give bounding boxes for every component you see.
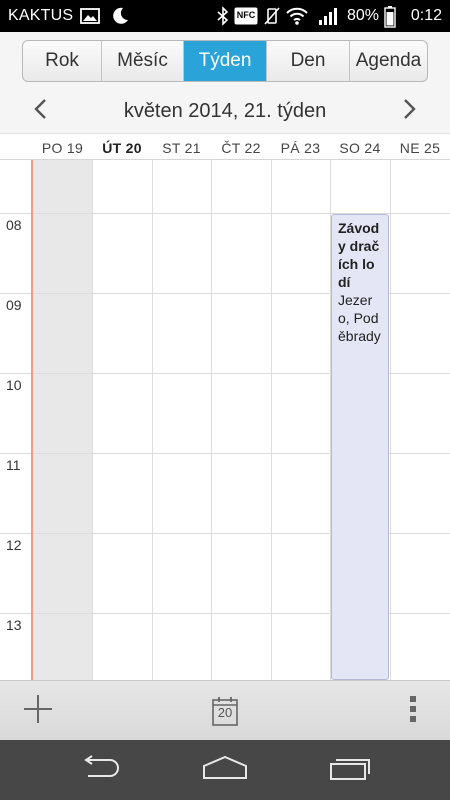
view-switcher-area: Rok Měsíc Týden Den Agenda [0,32,450,90]
status-bar: KAKTUS NFC 80% 0:12 [0,0,450,32]
wifi-icon [286,6,308,31]
image-icon [80,6,100,31]
recent-apps-button[interactable] [320,740,380,800]
bottom-action-bar: 20 [0,680,450,740]
grid-line [92,160,93,680]
battery-icon [384,6,396,33]
week-title: květen 2014, 21. týden [123,100,327,122]
tab-mesic[interactable]: Měsíc [102,41,184,81]
hour-label: 08 [6,217,22,233]
back-button[interactable] [70,740,130,800]
home-button[interactable] [195,740,255,800]
day-header-row: PO 19 ÚT 20 ST 21 ČT 22 PÁ 23 SO 24 NE 2… [0,133,450,160]
nfc-icon: NFC [234,7,258,30]
week-grid[interactable]: 08 09 10 11 12 13 Závody dračích lodí Je… [0,160,450,680]
event-title: Závody dračích lodí [338,220,380,290]
hour-label: 12 [6,537,22,553]
grid-line [211,160,212,680]
calendar-event[interactable]: Závody dračích lodí Jezero, Poděbrady [331,214,389,680]
past-day-column [33,160,92,680]
grid-line [152,160,153,680]
tab-agenda[interactable]: Agenda [350,41,427,81]
hour-label: 09 [6,297,22,313]
tab-den[interactable]: Den [267,41,350,81]
day-header-ct[interactable]: ČT 22 [211,134,271,161]
previous-week-button[interactable] [20,90,60,133]
day-header-po[interactable]: PO 19 [33,134,92,161]
calendar-today-icon: 20 [212,696,238,726]
bluetooth-icon [216,6,230,31]
view-switcher: Rok Měsíc Týden Den Agenda [22,40,428,82]
day-header-pa[interactable]: PÁ 23 [271,134,330,161]
today-number: 20 [217,705,233,720]
carrier-name: KAKTUS [8,7,74,24]
hour-label: 10 [6,377,22,393]
hour-label: 11 [6,457,21,473]
current-time-line [31,160,33,680]
chevron-right-icon [403,98,417,125]
next-week-button[interactable] [390,90,430,133]
home-icon [201,755,249,785]
grid-line [390,160,391,680]
overflow-menu-icon [409,695,417,728]
day-header-ut[interactable]: ÚT 20 [92,134,152,161]
clock: 0:12 [410,7,442,24]
moon-icon [110,6,130,31]
tab-rok[interactable]: Rok [23,41,102,81]
day-header-ne[interactable]: NE 25 [390,134,450,161]
plus-icon [22,693,54,730]
hour-label: 13 [6,617,22,633]
chevron-left-icon [33,98,47,125]
battery-percent: 80% [347,7,380,24]
day-header-so[interactable]: SO 24 [330,134,390,161]
system-nav-bar [0,740,450,800]
go-to-today-button[interactable]: 20 [203,681,247,741]
day-header-st[interactable]: ST 21 [152,134,211,161]
overflow-menu-button[interactable] [398,681,428,741]
add-event-button[interactable] [16,681,60,741]
tab-tyden[interactable]: Týden [184,41,267,81]
vibrate-mute-icon [262,6,282,31]
recent-apps-icon [328,755,372,786]
event-location: Jezero, Poděbrady [338,292,381,344]
week-header: květen 2014, 21. týden [0,90,450,133]
grid-line [271,160,272,680]
signal-icon [318,6,340,31]
back-icon [78,754,122,786]
